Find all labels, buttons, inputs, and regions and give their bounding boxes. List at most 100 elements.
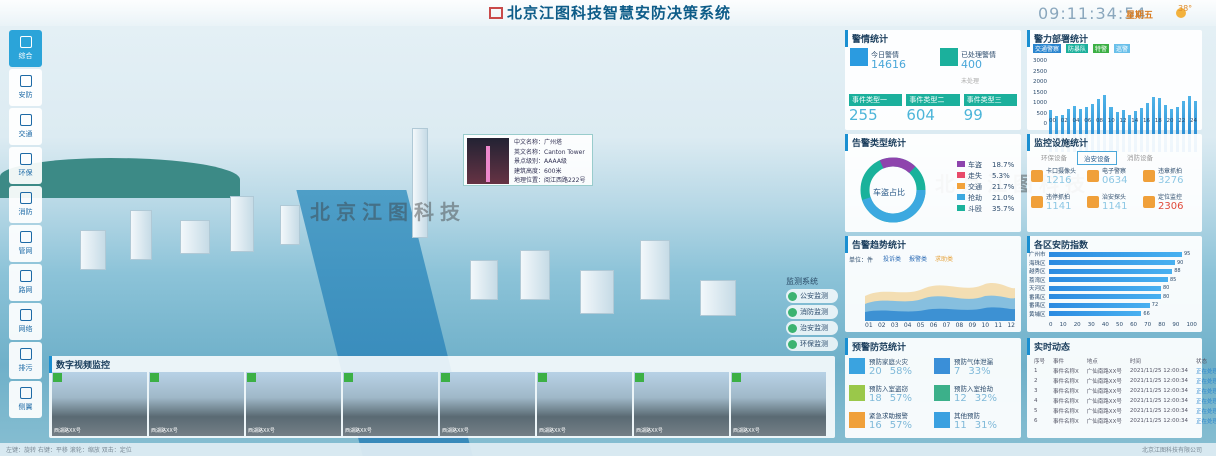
nav-item-wing[interactable]: 侧翼 (9, 381, 42, 418)
building (180, 220, 210, 254)
table-row[interactable]: 5 事件名称X 广仙南路XX号 2021/11/25 12:00:34 正在处理 (1031, 407, 1216, 415)
camera-icon (247, 373, 256, 382)
district-bar (1049, 277, 1168, 283)
table-row[interactable]: 6 事件名称X 广仙南路XX号 2021/11/25 12:00:34 正在处理 (1031, 417, 1216, 425)
video-caption: 西湖路XX号 (345, 428, 372, 434)
video-thumbnail[interactable]: 西湖路XX号 (440, 372, 535, 436)
x-tick: 30 (1087, 322, 1095, 328)
district-bar (1049, 260, 1175, 266)
column-header: 时间 (1129, 359, 1141, 365)
video-thumbnail[interactable]: 西湖路XX号 (634, 372, 729, 436)
fire-icon (788, 307, 797, 317)
legend-item: 车盗 18.7% (957, 160, 1014, 171)
facility-body: 卡口摄像头 1216 (1046, 166, 1076, 186)
table-row[interactable]: 3 事件名称X 广仙南路XX号 2021/11/25 12:00:34 正在处理 (1031, 387, 1216, 395)
landmark-popup[interactable]: 中文名称：广州塔 英文名称：Canton Tower 景点级别：AAAA级 建筑… (463, 134, 593, 186)
alert-icon (934, 358, 950, 374)
watermark: 北京江图科技 (310, 200, 466, 224)
table-cell: 2021/11/25 12:00:34 (1129, 378, 1188, 384)
table-row[interactable]: 4 事件名称X 广仙南路XX号 2021/11/25 12:00:34 正在处理 (1031, 397, 1216, 405)
alert-icon (934, 412, 950, 428)
table-cell: 正在处理 (1196, 409, 1216, 415)
table-row[interactable]: 1 事件名称X 广仙南路XX号 2021/11/25 12:00:34 正在处理 (1031, 367, 1216, 375)
table-cell: 正在处理 (1196, 369, 1216, 375)
prevent-item: 其他预防 11 31% (934, 408, 1019, 432)
nav-item-traffic[interactable]: 交通 (9, 108, 42, 145)
nav-item-security[interactable]: 安防 (9, 69, 42, 106)
leaf-icon (788, 339, 797, 349)
district-name: 海珠区 (1029, 260, 1046, 267)
prevent-label: 其他预防 (954, 411, 980, 420)
table-cell: 事件名称X (1053, 379, 1079, 385)
tab-fire[interactable]: 消防设备 (1121, 151, 1159, 165)
nav-item-fire[interactable]: 消防 (9, 186, 42, 223)
facility-item[interactable]: 治安探头 1141 (1087, 192, 1143, 212)
column-header: 序号 (1034, 359, 1046, 365)
camera-icon (1087, 170, 1099, 182)
legend-item: 交通 21.7% (957, 182, 1014, 193)
table-cell: 3 (1034, 388, 1038, 394)
police-icon (788, 291, 797, 301)
legend-swatch (957, 194, 965, 200)
column-header: 地点 (1086, 359, 1098, 365)
video-thumbnail[interactable]: 西湖路XX号 (343, 372, 438, 436)
footer: 左键：旋转 右键：平移 滚轮：缩放 双击：定位 北京江图科技有限公司 (0, 443, 1216, 456)
x-tick: 01 (865, 322, 873, 329)
camera-icon (635, 373, 644, 382)
facility-item[interactable]: 卡口摄像头 1216 (1031, 166, 1087, 186)
video-caption: 西湖路XX号 (151, 428, 178, 434)
legend-item: 报警类 (909, 256, 928, 263)
panel-title: 警情统计 (845, 30, 1021, 47)
facility-label: 定位监控 (1158, 194, 1183, 201)
nav-item-roadnet[interactable]: 路网 (9, 264, 42, 301)
police-panel: 警力部署统计 交通警察 防暴队 特警 巡警 3000 2500 2000 1500 10… (1027, 30, 1202, 152)
monitor-item[interactable]: 公安监测 (786, 289, 838, 303)
tab-environment[interactable]: 环保设备 (1035, 151, 1073, 165)
x-tick: 18 (1154, 118, 1162, 124)
leaf-icon (19, 153, 32, 165)
video-thumbnail[interactable]: 西湖路XX号 (731, 372, 826, 436)
district-name: 黄埔区 (1029, 311, 1046, 318)
video-thumbnail[interactable]: 西湖路XX号 (149, 372, 244, 436)
legend-name: 走失 (968, 172, 982, 180)
video-thumbnail[interactable]: 西湖路XX号 (246, 372, 341, 436)
x-tick: 08 (1096, 118, 1103, 124)
facility-body: 电子警察 0634 (1102, 166, 1127, 186)
monitor-item[interactable]: 消防监测 (786, 305, 838, 319)
monitor-item[interactable]: 环保监测 (786, 337, 838, 351)
video-thumbnail[interactable]: 西湖路XX号 (52, 372, 147, 436)
nav-item-overview[interactable]: 综合 (9, 30, 42, 67)
video-thumbnail[interactable]: 西湖路XX号 (537, 372, 632, 436)
table-row[interactable]: 2 事件名称X 广仙南路XX号 2021/11/25 12:00:34 正在处理 (1031, 377, 1216, 385)
shield-icon (788, 323, 797, 333)
nav-item-pipeline[interactable]: 管网 (9, 225, 42, 262)
facility-item[interactable]: 电子警察 0634 (1087, 166, 1143, 186)
x-tick: 05 (916, 322, 925, 329)
nav-item-network[interactable]: 网络 (9, 303, 42, 340)
x-tick: 80 (1158, 322, 1166, 328)
y-tick: 2500 (1033, 68, 1047, 75)
table-cell: 2021/11/25 12:00:34 (1129, 408, 1188, 414)
prevent-percent: 58% (889, 365, 912, 377)
page-title: 北京江图科技智慧安防决策系统 (460, 2, 760, 24)
x-tick: 04 (1072, 118, 1080, 124)
alarm-stats-panel: 警情统计 今日警情 14616 已处理警情 400 未处理 事件类型一 255 事… (845, 30, 1021, 130)
facility-label: 违章抓拍 (1158, 168, 1183, 175)
facility-item[interactable]: 定位监控 2306 (1143, 192, 1199, 212)
nav-item-sewage[interactable]: 排污 (9, 342, 42, 379)
tab-security[interactable]: 治安设备 (1077, 151, 1117, 165)
table-cell: 广仙南路XX号 (1086, 369, 1122, 375)
nav-item-environment[interactable]: 环保 (9, 147, 42, 184)
popup-row: 英文名称：Canton Tower (514, 148, 585, 156)
monitor-item[interactable]: 治安监测 (786, 321, 838, 335)
popup-row: 中文名称：广州塔 (514, 139, 563, 146)
event-type: 事件类型一 255 (849, 94, 903, 124)
facility-item[interactable]: 违章抓拍 3276 (1143, 166, 1199, 186)
camera-icon (1143, 170, 1155, 182)
facility-label: 治安探头 (1102, 194, 1127, 201)
district-bar (1049, 311, 1142, 317)
prevent-label: 预防入室盗窃 (869, 384, 908, 393)
event-type: 事件类型三 99 (963, 94, 1017, 124)
facility-item[interactable]: 违停抓拍 1141 (1031, 192, 1087, 212)
facility-panel: 监控设施统计 环保设备 治安设备 消防设备 卡口摄像头 1216 电子警察 0634 违… (1027, 134, 1202, 232)
